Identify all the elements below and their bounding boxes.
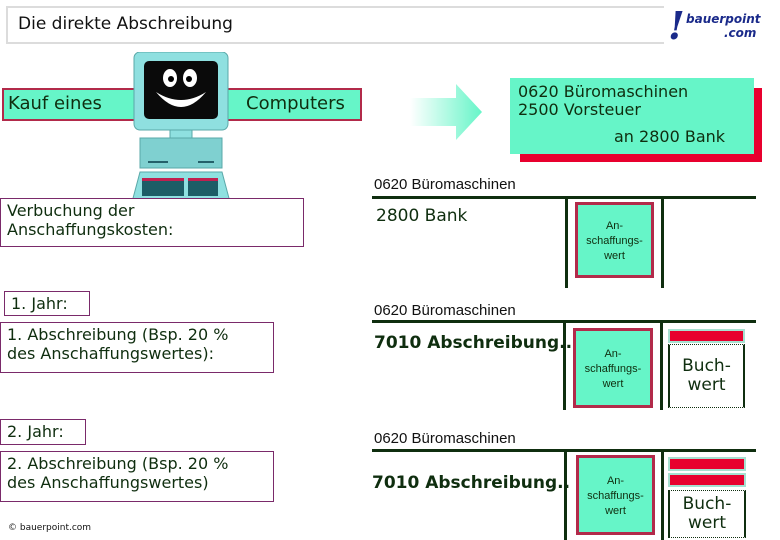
step-depreciation-1-label: 1. Abschreibung (Bsp. 20 % des Anschaffu… — [0, 322, 274, 373]
account-2-entry: 7010 Abschreibung.. — [374, 333, 573, 353]
booking-debit-2: 2500 Vorsteuer — [518, 100, 641, 119]
arrow-right-icon — [410, 84, 482, 140]
account-1-vline-right — [661, 196, 664, 288]
logo-exclamation-icon: ! — [668, 3, 685, 48]
account-3-entry: 7010 Abschreibung.. — [372, 473, 571, 493]
account-3-vline-right — [661, 449, 664, 540]
account-1-entry: 2800 Bank — [376, 206, 468, 226]
year-1-label: 1. Jahr: — [4, 291, 90, 316]
logo-domain: .com — [724, 26, 757, 40]
banner-left-text: Kauf eines — [8, 93, 102, 114]
banner-right-text: Computers — [246, 93, 345, 114]
account-2-asset-block: An- schaffungs- wert — [573, 328, 653, 408]
account-1-vline-left — [565, 196, 568, 288]
account-2-book-value: Buch- wert — [668, 344, 745, 408]
year-2-label: 2. Jahr: — [0, 419, 86, 445]
account-2-depreciation-bar — [668, 329, 745, 343]
account-2-vline-right — [660, 320, 663, 410]
step-acquisition-label: Verbuchung der Anschaffungskosten: — [0, 198, 304, 247]
account-3-book-value: Buch- wert — [668, 490, 746, 538]
account-1-hline — [372, 196, 756, 199]
computer-icon — [131, 52, 231, 202]
booking-credit: an 2800 Bank — [614, 127, 726, 146]
account-3-asset-block: An- schaffungs- wert — [576, 455, 655, 535]
account-3-title: 0620 Büromaschinen — [374, 430, 516, 447]
logo-text: bauerpoint — [686, 12, 761, 26]
account-1-title: 0620 Büromaschinen — [374, 176, 516, 193]
account-3-depreciation-bar-2 — [668, 473, 746, 487]
page-title: Die direkte Abschreibung — [18, 14, 233, 34]
booking-debit-1: 0620 Büromaschinen — [518, 82, 689, 101]
account-3-vline-left — [564, 449, 567, 540]
account-2-title: 0620 Büromaschinen — [374, 302, 516, 319]
account-1-asset-block: An- schaffungs- wert — [575, 202, 654, 278]
copyright: © bauerpoint.com — [8, 523, 92, 533]
account-3-depreciation-bar-1 — [668, 457, 746, 471]
step-depreciation-2-label: 2. Abschreibung (Bsp. 20 % des Anschaffu… — [0, 451, 274, 502]
